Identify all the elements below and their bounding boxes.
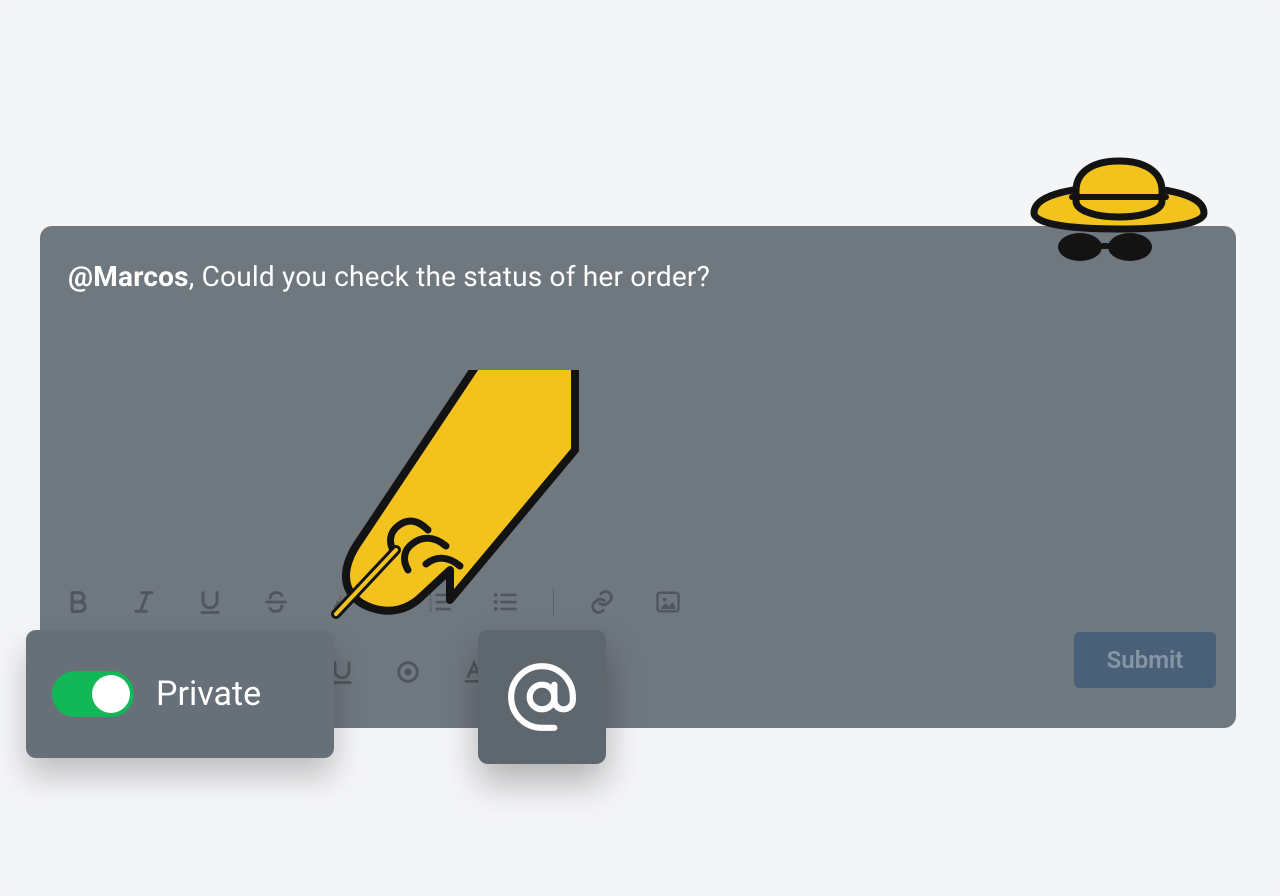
private-toggle[interactable]	[52, 671, 134, 717]
format-toolbar-row1: 123	[56, 572, 690, 632]
underline-button[interactable]	[188, 580, 232, 624]
record-button[interactable]	[386, 650, 430, 694]
image-button[interactable]	[646, 580, 690, 624]
unordered-list-button[interactable]	[483, 580, 527, 624]
message-text[interactable]: @Marcos, Could you check the status of h…	[68, 260, 710, 293]
ordered-list-button[interactable]: 123	[417, 580, 461, 624]
quote-button[interactable]	[320, 580, 364, 624]
toolbar-separator	[553, 588, 554, 616]
submit-button[interactable]: Submit	[1074, 632, 1216, 688]
italic-button[interactable]	[122, 580, 166, 624]
toggle-knob	[92, 675, 130, 713]
strikethrough-button[interactable]	[254, 580, 298, 624]
private-toggle-popover: Private	[26, 630, 334, 758]
mention-popover[interactable]	[478, 630, 606, 764]
at-sign-icon	[505, 660, 579, 734]
svg-text:3: 3	[429, 605, 433, 613]
toolbar-separator	[390, 588, 391, 616]
message-body: , Could you check the status of her orde…	[189, 260, 710, 293]
link-button[interactable]	[580, 580, 624, 624]
bold-button[interactable]	[56, 580, 100, 624]
mention-token[interactable]: @Marcos	[68, 260, 189, 293]
private-label: Private	[156, 674, 261, 714]
